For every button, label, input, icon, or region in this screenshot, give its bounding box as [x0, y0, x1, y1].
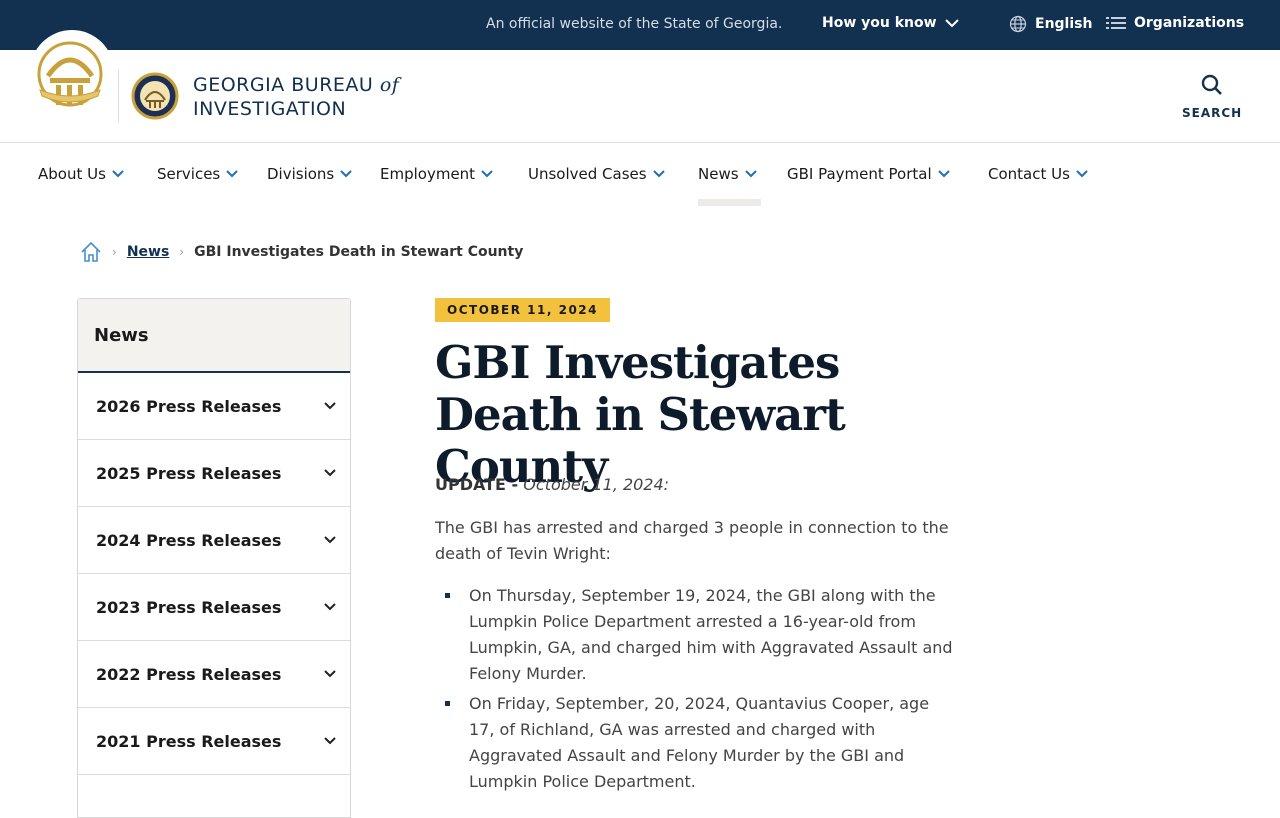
nav-gbi-payment-portal[interactable]: GBI Payment Portal	[787, 165, 950, 183]
news-sidebar: News 2026 Press Releases 2025 Press Rele…	[77, 298, 351, 818]
chevron-down-icon	[226, 170, 238, 178]
header-divider	[118, 70, 119, 122]
search-button[interactable]: SEARCH	[1182, 74, 1242, 120]
chevron-down-icon	[1076, 170, 1088, 178]
sidebar-item-label: 2026 Press Releases	[96, 396, 282, 416]
chevron-down-icon	[112, 170, 124, 178]
sidebar-title[interactable]: News	[78, 299, 350, 373]
official-site-text: An official website of the State of Geor…	[486, 16, 783, 32]
breadcrumb-news-link[interactable]: News	[127, 244, 169, 260]
chevron-right-icon: ›	[112, 245, 117, 259]
chevron-down-icon	[324, 536, 336, 544]
update-date: October 11, 2024:	[523, 475, 670, 494]
brand-line2: INVESTIGATION	[193, 98, 347, 120]
how-you-know-label: How you know	[822, 15, 937, 31]
gbi-seal-logo[interactable]	[131, 70, 179, 126]
breadcrumb-current: GBI Investigates Death in Stewart County	[194, 244, 524, 260]
nav-label: Contact Us	[988, 165, 1070, 183]
chevron-down-icon	[937, 170, 950, 178]
organizations-link[interactable]: Organizations	[1106, 15, 1244, 31]
article-date-badge: OCTOBER 11, 2024	[435, 298, 610, 322]
sidebar-item-2023[interactable]: 2023 Press Releases	[78, 574, 350, 641]
chevron-down-icon	[324, 469, 336, 477]
nav-employment[interactable]: Employment	[380, 165, 493, 183]
how-you-know-button[interactable]: How you know	[822, 15, 959, 31]
sidebar-item-2024[interactable]: 2024 Press Releases	[78, 507, 350, 574]
chevron-down-icon	[324, 670, 336, 678]
brand-line1: GEORGIA BUREAU	[193, 74, 374, 96]
update-label: UPDATE -	[435, 475, 519, 494]
chevron-down-icon	[481, 170, 493, 178]
nav-label: Unsolved Cases	[528, 165, 647, 183]
sidebar-item-2026[interactable]: 2026 Press Releases	[78, 373, 350, 440]
sidebar-item-label: 2021 Press Releases	[96, 731, 282, 751]
sidebar-item-label: 2022 Press Releases	[96, 664, 282, 684]
list-icon	[1106, 17, 1126, 29]
chevron-down-icon	[744, 170, 757, 178]
chevron-down-icon	[324, 737, 336, 745]
arch-seal-icon	[37, 41, 103, 107]
article-bullet-list: On Thursday, September 19, 2024, the GBI…	[445, 583, 955, 799]
sidebar-item-2021[interactable]: 2021 Press Releases	[78, 708, 350, 775]
chevron-down-icon	[340, 170, 352, 178]
sidebar-item-2025[interactable]: 2025 Press Releases	[78, 440, 350, 507]
nav-unsolved-cases[interactable]: Unsolved Cases	[528, 165, 665, 183]
nav-label: Employment	[380, 165, 476, 183]
chevron-down-icon	[324, 603, 336, 611]
article-intro: The GBI has arrested and charged 3 peopl…	[435, 518, 949, 563]
sidebar-item-label: 2025 Press Releases	[96, 463, 282, 483]
brand-of: of	[379, 74, 400, 96]
breadcrumb: › News › GBI Investigates Death in Stewa…	[80, 241, 523, 263]
language-selector[interactable]: English	[1009, 15, 1092, 33]
update-line: UPDATE - October 11, 2024:	[435, 475, 669, 494]
nav-news[interactable]: News	[698, 165, 757, 183]
official-banner: An official website of the State of Geor…	[0, 0, 1280, 50]
language-label: English	[1035, 16, 1093, 32]
nav-label: News	[698, 165, 739, 183]
sidebar-item-2022[interactable]: 2022 Press Releases	[78, 641, 350, 708]
home-icon[interactable]	[80, 241, 102, 263]
site-header	[0, 50, 1280, 143]
search-icon	[1201, 74, 1222, 95]
list-item: On Thursday, September 19, 2024, the GBI…	[445, 583, 955, 687]
chevron-right-icon: ›	[179, 245, 185, 259]
nav-label: GBI Payment Portal	[787, 165, 932, 183]
chevron-down-icon	[652, 170, 665, 178]
georgia-state-seal-logo[interactable]	[30, 30, 114, 114]
sidebar-item-label: 2024 Press Releases	[96, 530, 282, 550]
active-nav-indicator	[698, 199, 761, 206]
nav-label: Divisions	[267, 165, 335, 183]
main-nav: About Us Services Divisions Employment U…	[0, 143, 1280, 207]
list-item: On Friday, September, 20, 2024, Quantavi…	[445, 691, 955, 795]
gbi-badge-icon	[131, 72, 179, 120]
article-title: GBI Investigates Death in Stewart County	[435, 336, 846, 493]
nav-contact-us[interactable]: Contact Us	[988, 165, 1088, 183]
chevron-down-icon	[944, 19, 959, 28]
organizations-label: Organizations	[1134, 15, 1245, 31]
nav-divisions[interactable]: Divisions	[267, 165, 352, 183]
globe-icon	[1009, 15, 1027, 33]
search-label: SEARCH	[1182, 106, 1243, 120]
nav-label: About Us	[38, 165, 106, 183]
nav-services[interactable]: Services	[157, 165, 238, 183]
site-brand-name[interactable]: GEORGIA BUREAU of INVESTIGATION	[193, 73, 399, 121]
nav-about-us[interactable]: About Us	[38, 165, 124, 183]
nav-label: Services	[157, 165, 221, 183]
sidebar-item-label: 2023 Press Releases	[96, 597, 282, 617]
chevron-down-icon	[324, 402, 336, 410]
